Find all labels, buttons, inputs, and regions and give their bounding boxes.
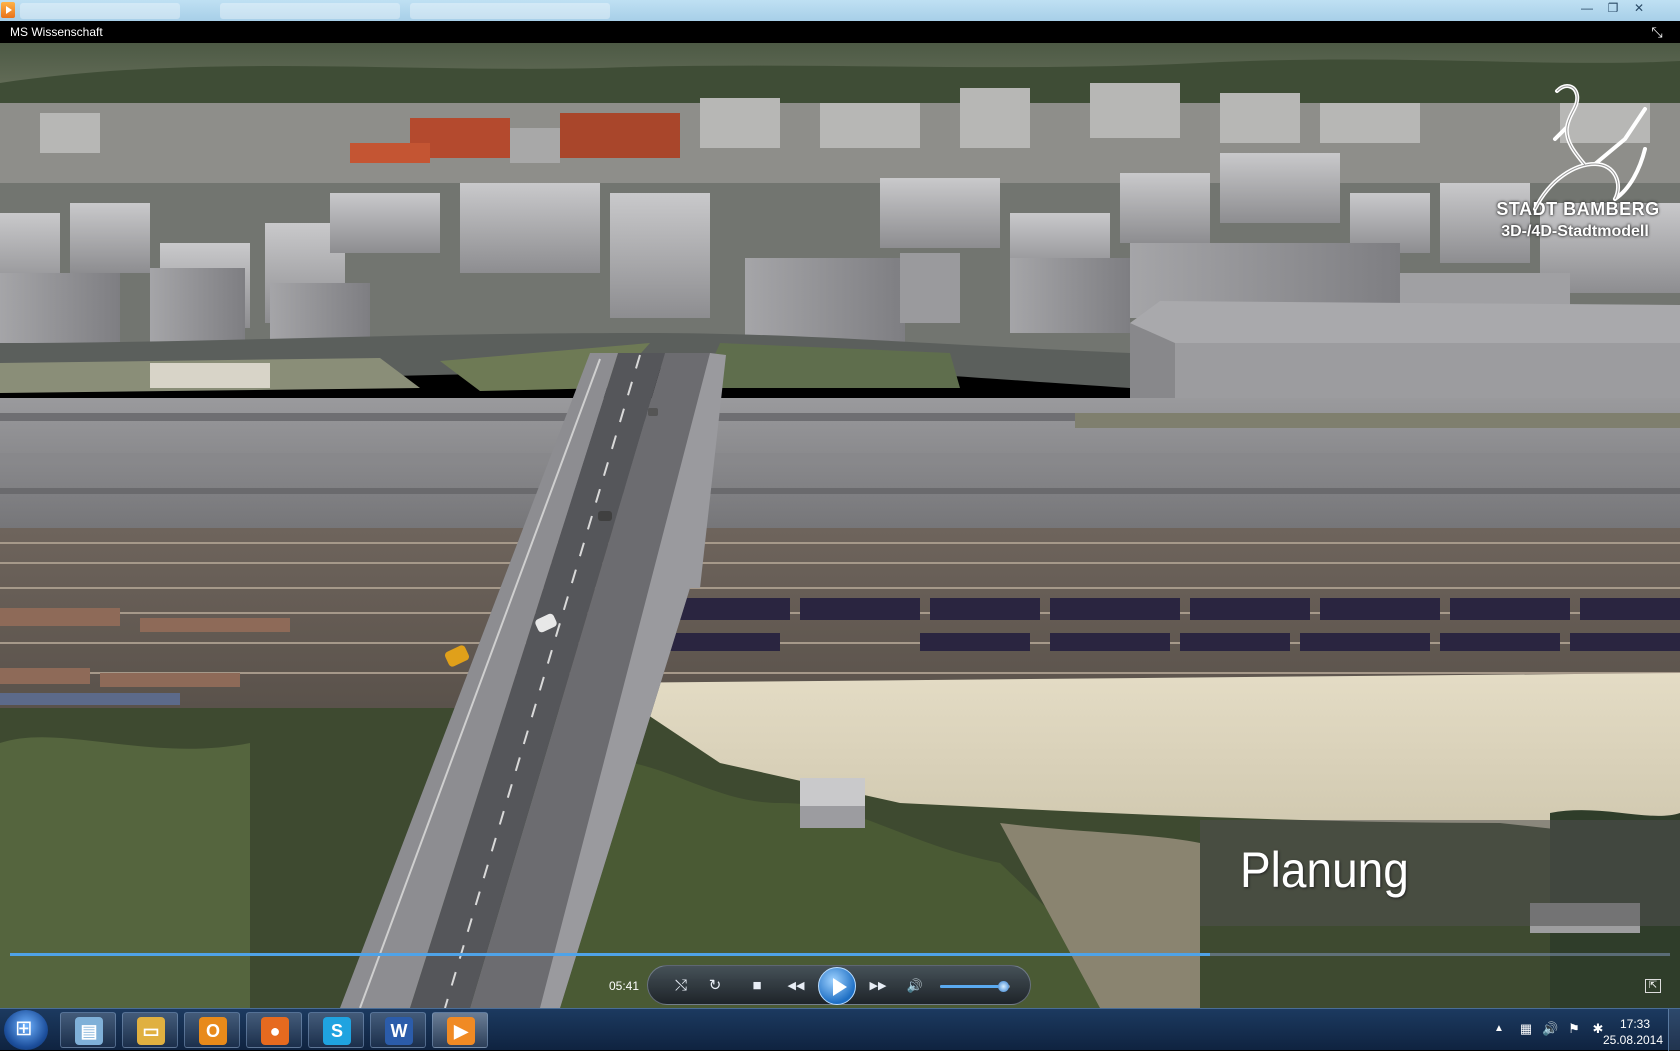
firefox-icon: ● — [261, 1017, 289, 1045]
volume-level — [940, 985, 1003, 988]
taskbar-app-skype[interactable]: S — [308, 1012, 364, 1048]
taskbar-app-firefox[interactable]: ● — [246, 1012, 302, 1048]
shuffle-icon: ⤭ — [674, 977, 687, 994]
repeat-icon: ↻ — [708, 977, 722, 994]
volume-slider-thumb[interactable] — [998, 981, 1009, 992]
clock-date: 25.08.2014 — [1602, 1033, 1664, 1047]
media-player-icon: ▶ — [447, 1017, 475, 1045]
playback-controls: ⤭ ↻ ■ ◀◀ ▶▶ 🔊 — [647, 965, 1031, 1005]
shuffle-button[interactable]: ⤭ — [670, 976, 692, 996]
next-icon: ▶▶ — [869, 980, 887, 992]
show-desktop-button[interactable] — [1668, 1009, 1680, 1051]
repeat-button[interactable]: ↻ — [704, 976, 726, 996]
outlook-icon: O — [199, 1017, 227, 1045]
play-button[interactable] — [818, 967, 856, 1005]
video-caption: Planung — [1240, 842, 1409, 898]
book-icon: ▤ — [75, 1017, 103, 1045]
media-player-app-icon[interactable] — [1, 2, 15, 18]
collapse-icon[interactable]: ⤡ — [1648, 24, 1666, 40]
clock-time: 17:33 — [1619, 1017, 1651, 1031]
network-icon[interactable]: ▦ — [1518, 1021, 1534, 1037]
word-icon: W — [385, 1017, 413, 1045]
seek-bar-progress — [10, 953, 1211, 956]
show-hidden-icons-button[interactable]: ▲ — [1494, 1023, 1504, 1034]
switch-to-library-button[interactable]: ⇱ — [1645, 979, 1661, 993]
video-title-bar: MS Wissenschaft ⤡ — [0, 21, 1680, 43]
mute-button[interactable]: 🔊 — [904, 976, 926, 996]
stop-button[interactable]: ■ — [746, 976, 768, 996]
background-tab — [20, 3, 180, 19]
next-button[interactable]: ▶▶ — [864, 976, 892, 996]
skype-icon: S — [323, 1017, 351, 1045]
volume-icon[interactable]: 🔊 — [1542, 1021, 1558, 1037]
stop-icon: ■ — [752, 977, 762, 994]
restore-button[interactable]: ❐ — [1600, 1, 1626, 17]
folder-icon: ▭ — [137, 1017, 165, 1045]
taskbar-app-outlook[interactable]: O — [184, 1012, 240, 1048]
video-title: MS Wissenschaft — [10, 25, 103, 39]
volume-slider[interactable] — [940, 981, 1010, 992]
action-center-flag-icon[interactable]: ⚑ — [1566, 1021, 1582, 1037]
background-tab — [220, 3, 400, 19]
video-player[interactable]: MS Wissenschaft ⤡ STADT BAMBERG 3D-/4D-S… — [0, 21, 1680, 1008]
speaker-icon: 🔊 — [906, 978, 924, 993]
background-tab — [410, 3, 610, 19]
window-titlebar: — ❐ ✕ — [0, 0, 1680, 21]
taskbar-app-file-explorer[interactable]: ▭ — [122, 1012, 178, 1048]
taskbar-app-media-player[interactable]: ▶ — [432, 1012, 488, 1048]
close-button[interactable]: ✕ — [1626, 1, 1652, 17]
start-button[interactable] — [4, 1010, 48, 1050]
elapsed-time: 05:41 — [609, 979, 640, 993]
stadt-bamberg-logo-icon — [1533, 84, 1647, 211]
previous-button[interactable]: ◀◀ — [782, 976, 810, 996]
switch-to-library-icon: ⇱ — [1648, 980, 1658, 991]
taskbar: ▤ ▭ O ● S W ▶ ▲ ▦ 🔊 ⚑ ✱ 17:33 25.08.2014 — [0, 1008, 1680, 1051]
taskbar-app-explorer-shell[interactable]: ▤ — [60, 1012, 116, 1048]
seek-bar[interactable] — [10, 953, 1670, 956]
taskbar-app-word[interactable]: W — [370, 1012, 426, 1048]
previous-icon: ◀◀ — [787, 980, 805, 992]
minimize-button[interactable]: — — [1574, 1, 1600, 17]
